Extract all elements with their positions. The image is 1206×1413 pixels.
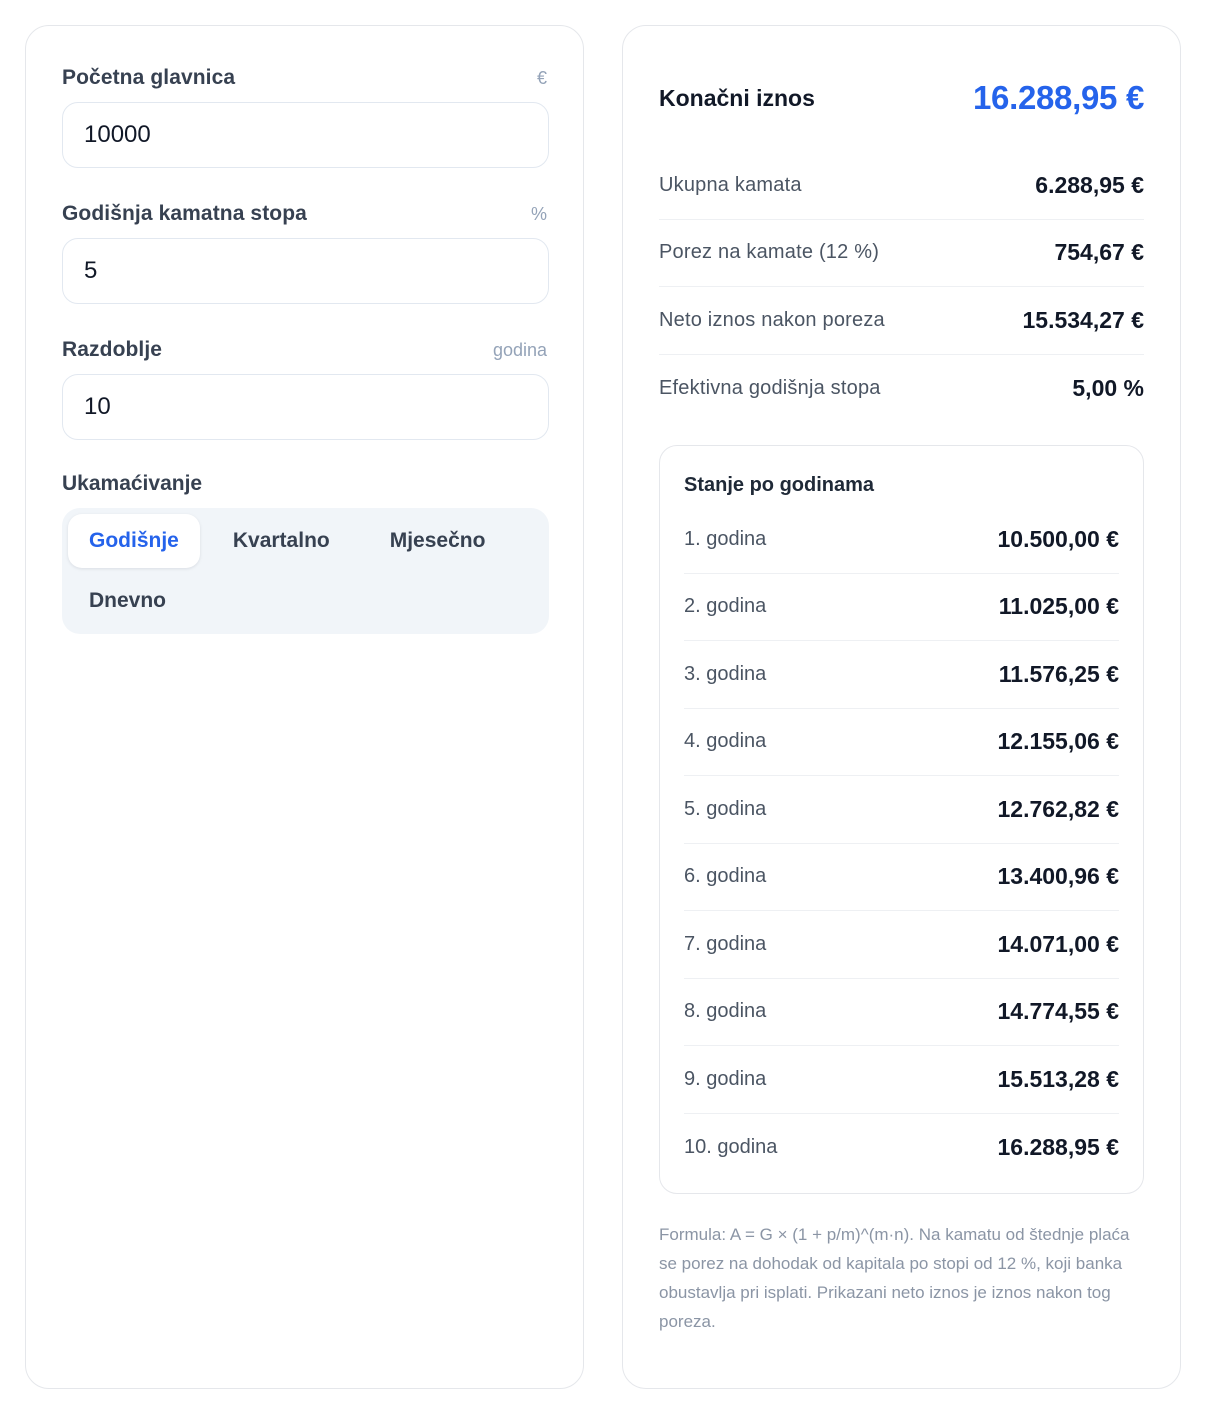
principal-field: Početna glavnica € — [62, 62, 549, 168]
period-input[interactable] — [62, 374, 549, 440]
table-row: 3. godina 11.576,25 € — [684, 641, 1119, 709]
final-amount-value: 16.288,95 € — [972, 79, 1144, 116]
year-value: 11.576,25 € — [998, 660, 1119, 687]
table-row: 4. godina 12.155,06 € — [684, 709, 1119, 776]
table-row: 2. godina 11.025,00 € — [684, 574, 1119, 641]
rate-field: Godišnja kamatna stopa % — [62, 198, 549, 304]
year-value: 14.071,00 € — [997, 930, 1119, 957]
stat-label: Ukupna kamata — [659, 173, 802, 196]
rate-unit: % — [530, 204, 547, 224]
stat-row-effective-rate: Efektivna godišnja stopa 5,00 % — [659, 355, 1144, 423]
stat-row-interest-tax: Porez na kamate (12 %) 754,67 € — [659, 220, 1144, 287]
table-row: 9. godina 15.513,28 € — [684, 1046, 1119, 1114]
table-row: 8. godina 14.774,55 € — [684, 979, 1119, 1046]
compounding-selector: Godišnje Kvartalno Mjesečno Dnevno — [62, 508, 549, 634]
stat-label: Efektivna godišnja stopa — [659, 376, 881, 399]
results-card: Konačni iznos 16.288,95 € Ukupna kamata … — [622, 25, 1181, 1389]
year-label: 3. godina — [684, 662, 767, 685]
yearly-rows: 1. godina 10.500,00 € 2. godina 11.025,00 … — [684, 506, 1119, 1181]
year-value: 11.025,00 € — [998, 593, 1119, 620]
year-label: 6. godina — [684, 865, 767, 888]
formula-note: Formula: A = G × (1 + p/m)^(m·n). Na kam… — [659, 1225, 1130, 1331]
table-row: 7. godina 14.071,00 € — [684, 911, 1119, 979]
stat-row-net-amount: Neto iznos nakon poreza 15.534,27 € — [659, 287, 1144, 355]
year-value: 10.500,00 € — [997, 525, 1119, 552]
stat-value: 754,67 € — [1054, 239, 1144, 266]
period-label: Razdoblje — [62, 338, 163, 361]
table-row: 6. godina 13.400,96 € — [684, 844, 1119, 911]
year-label: 2. godina — [684, 595, 767, 618]
year-value: 13.400,96 € — [997, 863, 1119, 890]
stat-value: 6.288,95 € — [1035, 171, 1144, 198]
stat-value: 15.534,27 € — [1022, 306, 1144, 333]
year-label: 1. godina — [684, 527, 767, 550]
period-unit: godina — [492, 340, 547, 360]
compounding-label: Ukamaćivanje — [62, 472, 203, 495]
principal-unit: € — [536, 68, 547, 88]
calculator-page: Početna glavnica € Godišnja kamatna stop… — [0, 0, 1206, 1413]
stat-row-total-interest: Ukupna kamata 6.288,95 € — [659, 152, 1144, 220]
compounding-option-quarterly[interactable]: Kvartalno — [206, 514, 357, 568]
year-label: 8. godina — [684, 1000, 767, 1023]
yearly-balance-table: Stanje po godinama 1. godina 10.500,00 € … — [659, 445, 1144, 1194]
table-row: 10. godina 16.288,95 € — [684, 1114, 1119, 1182]
year-value: 14.774,55 € — [997, 998, 1119, 1025]
final-amount-row: Konačni iznos 16.288,95 € — [659, 62, 1144, 134]
compounding-option-daily[interactable]: Dnevno — [68, 574, 187, 628]
year-value: 12.762,82 € — [997, 795, 1119, 822]
year-value: 15.513,28 € — [997, 1065, 1119, 1092]
year-value: 12.155,06 € — [997, 728, 1119, 755]
compounding-option-monthly[interactable]: Mjesečno — [363, 514, 513, 568]
final-amount-label: Konačni iznos — [659, 84, 815, 111]
year-label: 9. godina — [684, 1067, 767, 1090]
year-value: 16.288,95 € — [997, 1133, 1119, 1160]
stat-label: Porez na kamate (12 %) — [659, 241, 880, 264]
principal-input[interactable] — [62, 102, 549, 168]
period-field: Razdoblje godina — [62, 334, 549, 440]
year-label: 4. godina — [684, 730, 767, 753]
yearly-balance-title: Stanje po godinama — [684, 474, 875, 496]
summary-stats: Ukupna kamata 6.288,95 € Porez na kamate… — [659, 152, 1144, 422]
compounding-option-annual[interactable]: Godišnje — [68, 514, 200, 568]
rate-input[interactable] — [62, 238, 549, 304]
stat-value: 5,00 % — [1072, 374, 1144, 401]
year-label: 7. godina — [684, 932, 767, 955]
year-label: 5. godina — [684, 797, 767, 820]
stat-label: Neto iznos nakon poreza — [659, 308, 885, 331]
year-label: 10. godina — [684, 1135, 778, 1158]
table-row: 1. godina 10.500,00 € — [684, 506, 1119, 574]
input-card: Početna glavnica € Godišnja kamatna stop… — [25, 25, 584, 1389]
rate-label: Godišnja kamatna stopa — [62, 202, 307, 225]
table-row: 5. godina 12.762,82 € — [684, 776, 1119, 844]
principal-label: Početna glavnica — [62, 66, 236, 89]
